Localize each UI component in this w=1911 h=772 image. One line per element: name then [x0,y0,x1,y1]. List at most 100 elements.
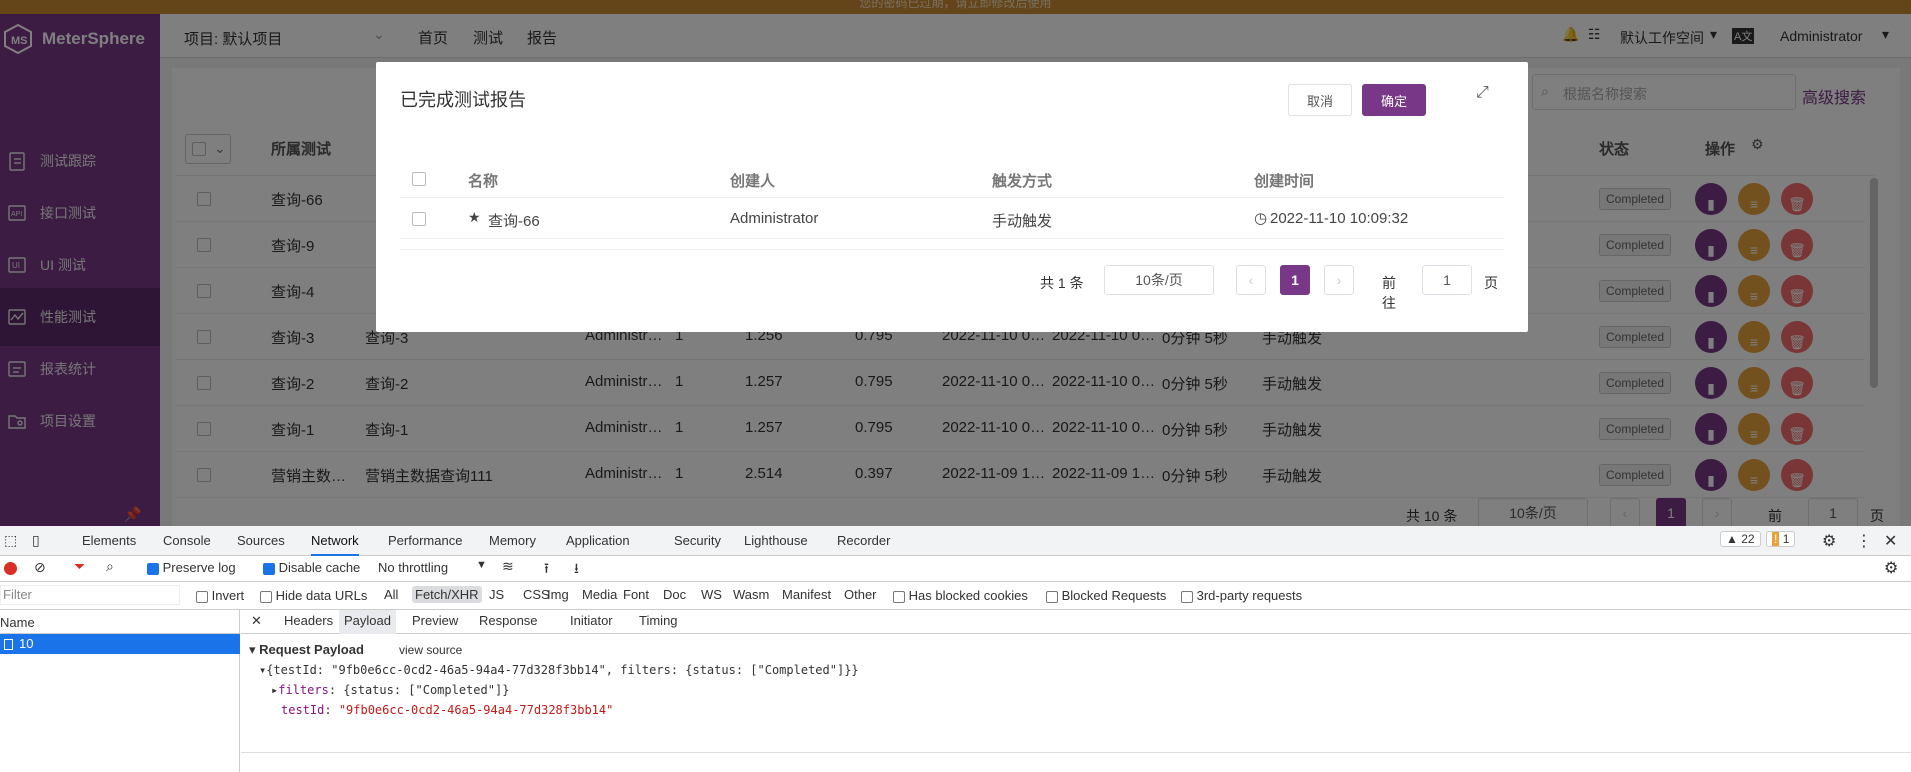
goto-label: 前往 [1382,275,1396,311]
filter-bar: Filter Invert Hide data URLs All Fetch/XH… [0,582,1911,610]
type-filter-doc[interactable]: Doc [660,586,689,603]
throttling-select[interactable]: No throttling [378,560,448,575]
clear-icon[interactable]: ⊘ [34,559,46,576]
caret-down-icon[interactable]: ▼ [476,559,487,571]
devtools-tab-elements[interactable]: Elements [82,526,136,556]
filter-icon[interactable]: ⏷ [74,558,85,575]
row-checkbox[interactable] [412,212,426,226]
type-filter-js[interactable]: JS [486,586,507,603]
blocked-requests-label: Blocked Requests [1061,588,1167,603]
third-party-checkbox[interactable]: 3rd-party requests [1181,588,1302,603]
prev-page-button[interactable]: ‹ [1236,265,1266,295]
select-all-checkbox[interactable] [412,172,426,186]
invert-label: Invert [211,588,245,603]
star-icon: ★ [468,209,481,225]
device-toolbar-icon[interactable]: ▯ [32,532,40,549]
issues-badge[interactable]: ! 1 [1766,531,1796,547]
network-conditions-icon[interactable]: ≋ [502,558,514,575]
hide-data-urls-label: Hide data URLs [275,588,368,603]
disable-cache-checkbox[interactable]: Disable cache [263,560,360,575]
goto-input[interactable]: 1 [1422,265,1472,295]
filters-key: filters [278,683,329,697]
detail-tab-bar: ✕ Headers Payload Preview Response Initiator… [241,610,1911,634]
type-filter-fetch-xhr[interactable]: Fetch/XHR [412,586,482,603]
type-filter-manifest[interactable]: Manifest [779,586,834,603]
preserve-log-label: Preserve log [162,560,236,575]
inspect-icon[interactable]: ⬚ [4,532,17,549]
preserve-log-checkbox[interactable]: Preserve log [147,560,236,575]
payload-testid-node: testId: "9fb0e6cc-0cd2-46a5-94a4-77d328f… [281,703,614,717]
col-trigger: 触发方式 [992,173,1053,190]
blocked-cookies-checkbox[interactable]: Has blocked cookies [893,588,1028,603]
detail-tab-preview[interactable]: Preview [407,610,463,634]
devtools-tab-security[interactable]: Security [674,526,721,556]
name-column-header[interactable]: Name [0,610,240,634]
divider [241,752,1911,753]
divider [400,249,1504,250]
detail-tab-initiator[interactable]: Initiator [565,610,618,634]
report-creator: Administrator [730,210,819,227]
devtools-tab-memory[interactable]: Memory [489,526,536,556]
warnings-badge[interactable]: ▲ 22 [1720,531,1761,547]
devtools-tab-performance[interactable]: Performance [388,526,462,556]
devtools-panel: ⬚ ▯ Elements Console Sources Network Perform… [0,526,1911,772]
type-filter-all[interactable]: All [381,586,401,603]
col-creator: 创建人 [730,173,776,190]
page-number[interactable]: 1 [1280,265,1310,295]
type-filter-other[interactable]: Other [841,586,880,603]
cancel-button[interactable]: 取消 [1288,84,1352,116]
payload-section[interactable]: ▾ Request Payload [249,642,364,658]
payload-filters-node[interactable]: ▸filters: {status: ["Completed"]} [271,683,509,697]
devtools-tab-network[interactable]: Network [311,526,359,556]
pagination-total: 共 1 条 [1040,275,1084,291]
devtools-tab-console[interactable]: Console [163,526,211,556]
devtools-tab-recorder[interactable]: Recorder [837,526,890,556]
dialog-title: 已完成测试报告 [400,90,526,110]
detail-tab-headers[interactable]: Headers [279,610,338,634]
close-detail-icon[interactable]: ✕ [251,613,262,629]
payload-title: Request Payload [259,642,364,657]
import-har-icon[interactable]: ⭱ [544,558,549,582]
view-source-link[interactable]: view source [399,643,462,657]
devtools-tab-application[interactable]: Application [566,526,630,556]
settings-gear-icon[interactable]: ⚙ [1822,531,1836,551]
type-filter-wasm[interactable]: Wasm [730,586,772,603]
type-filter-ws[interactable]: WS [698,586,725,603]
report-trigger: 手动触发 [992,213,1053,230]
blocked-requests-checkbox[interactable]: Blocked Requests [1046,588,1166,603]
search-icon[interactable]: ⌕ [106,558,114,575]
invert-checkbox[interactable]: Invert [196,588,244,603]
dialog-table-header: 名称 创建人 触发方式 创建时间 [400,160,1504,198]
col-created: 创建时间 [1254,173,1315,190]
close-icon[interactable]: ✕ [1884,531,1897,551]
hide-data-urls-checkbox[interactable]: Hide data URLs [260,588,367,603]
page-size-select[interactable]: 10条/页 [1104,265,1214,295]
third-party-label: 3rd-party requests [1196,588,1303,603]
export-har-icon[interactable]: ⭳ [574,558,579,582]
devtools-tab-sources[interactable]: Sources [237,526,285,556]
detail-tab-payload[interactable]: Payload [339,610,396,634]
fullscreen-icon[interactable]: ⤢ [1476,84,1489,102]
confirm-button[interactable]: 确定 [1362,84,1426,116]
request-row[interactable]: 10 [0,634,240,654]
payload-view: ▾ Request Payload view source ▾{testId: … [249,640,1899,750]
devtools-tab-lighthouse[interactable]: Lighthouse [744,526,808,556]
app-window: 您的密码已过期，请立即修改后使用 MS MeterSphere 测试跟踪 API… [0,0,1911,526]
detail-tab-timing[interactable]: Timing [634,610,683,634]
payload-summary: {testId: "9fb0e6cc-0cd2-46a5-94a4-77d328… [266,663,859,677]
payload-root[interactable]: ▾{testId: "9fb0e6cc-0cd2-46a5-94a4-77d32… [259,663,859,677]
report-created-time: 2022-11-10 10:09:32 [1270,210,1409,227]
detail-tab-response[interactable]: Response [474,610,543,634]
filter-input[interactable]: Filter [0,585,180,605]
type-filter-media[interactable]: Media [579,586,620,603]
page-suffix: 页 [1484,275,1498,291]
record-icon[interactable] [4,562,17,575]
next-page-button[interactable]: › [1324,265,1354,295]
disable-cache-label: Disable cache [278,560,361,575]
network-settings-gear-icon[interactable]: ⚙ [1884,558,1898,578]
type-filter-font[interactable]: Font [620,586,652,603]
table-row[interactable]: ★ 查询-66 Administrator 手动触发 ◷ 2022-11-10 … [400,199,1504,239]
type-filter-img[interactable]: Img [544,586,572,603]
more-options-icon[interactable]: ⋮ [1856,531,1872,551]
request-name: 10 [19,636,34,651]
